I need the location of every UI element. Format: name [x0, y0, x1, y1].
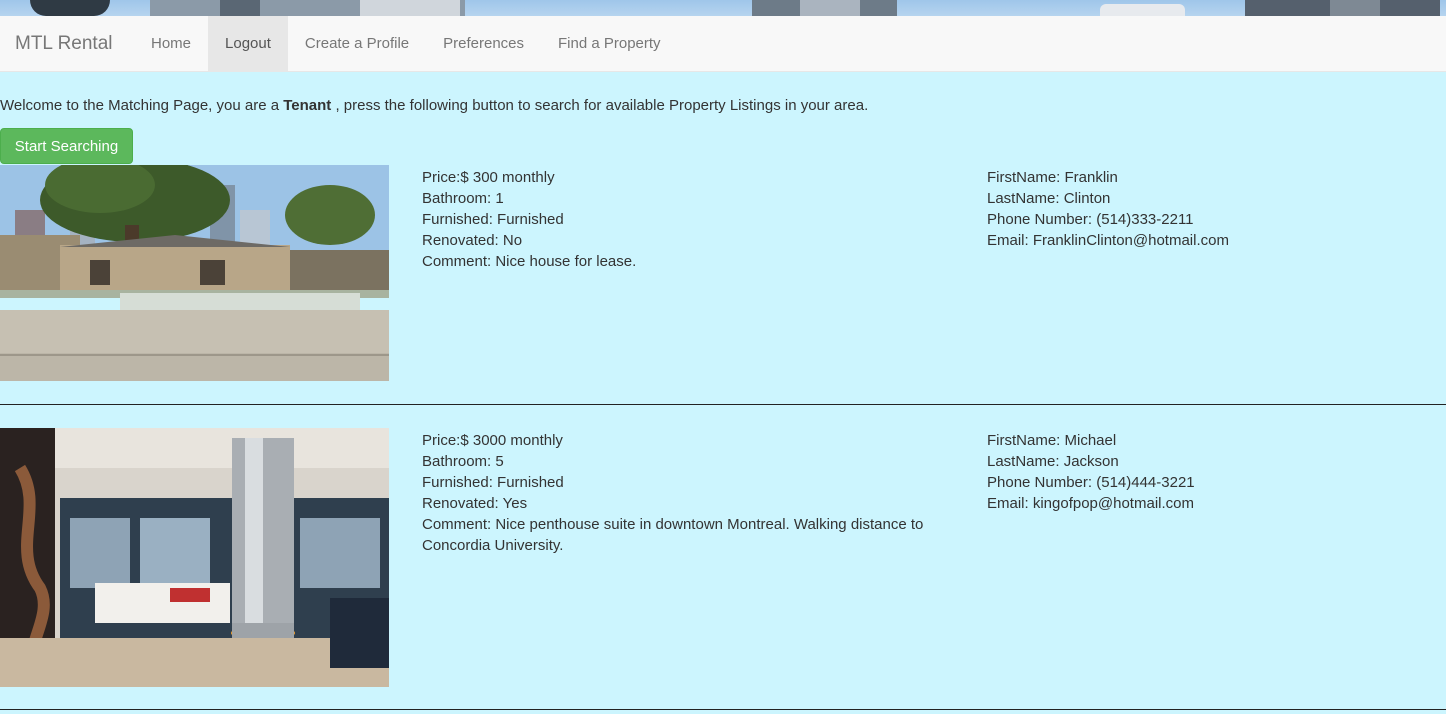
owner-phone: Phone Number: (514)333-2211 — [987, 211, 1194, 228]
property-comment: Comment: Nice house for lease. — [422, 253, 637, 270]
property-photo-penthouse — [0, 428, 389, 687]
nav-item-home[interactable]: Home — [134, 16, 208, 72]
nav-item-create-profile[interactable]: Create a Profile — [288, 16, 426, 72]
welcome-prefix: Welcome to the Matching Page, you are a — [0, 97, 280, 114]
property-renovated: Renovated: No — [422, 232, 523, 249]
nav-item-logout[interactable]: Logout — [208, 16, 288, 72]
property-furnished: Furnished: Furnished — [422, 211, 564, 228]
owner-details: FirstName: Franklin LastName: Clinton Ph… — [987, 167, 1427, 251]
owner-details: FirstName: Michael LastName: Jackson Pho… — [987, 430, 1427, 514]
brand-link[interactable]: MTL Rental — [15, 16, 113, 72]
owner-email: Email: kingofpop@hotmail.com — [987, 495, 1194, 512]
owner-firstname: FirstName: Michael — [987, 432, 1117, 449]
property-renovated: Renovated: Yes — [422, 495, 528, 512]
property-photo-house — [0, 165, 389, 381]
property-price: Price:$ 3000 monthly — [422, 432, 563, 449]
start-searching-button[interactable]: Start Searching — [0, 128, 133, 164]
owner-lastname: LastName: Jackson — [987, 453, 1119, 470]
property-comment: Comment: Nice penthouse suite in downtow… — [422, 516, 924, 554]
owner-lastname: LastName: Clinton — [987, 190, 1111, 207]
listing-divider — [0, 709, 1446, 710]
property-price: Price:$ 300 monthly — [422, 169, 555, 186]
navbar: MTL Rental Home Logout Create a Profile … — [0, 16, 1446, 72]
nav-item-find-property[interactable]: Find a Property — [541, 16, 678, 72]
nav-menu: Home Logout Create a Profile Preferences… — [134, 16, 678, 72]
welcome-suffix: , press the following button to search f… — [335, 97, 869, 114]
property-details: Price:$ 300 monthly Bathroom: 1 Furnishe… — [422, 167, 952, 272]
property-bathroom: Bathroom: 1 — [422, 190, 504, 207]
owner-firstname: FirstName: Franklin — [987, 169, 1118, 186]
property-furnished: Furnished: Furnished — [422, 474, 564, 491]
nav-item-preferences[interactable]: Preferences — [426, 16, 541, 72]
welcome-message: Welcome to the Matching Page, you are a … — [0, 97, 868, 114]
property-bathroom: Bathroom: 5 — [422, 453, 504, 470]
user-role: Tenant — [283, 97, 332, 114]
listing-item: Price:$ 3000 monthly Bathroom: 5 Furnish… — [0, 428, 1446, 688]
listing-divider — [0, 404, 1446, 405]
owner-email: Email: FranklinClinton@hotmail.com — [987, 232, 1229, 249]
header-banner-image — [0, 0, 1446, 16]
listing-item: Price:$ 300 monthly Bathroom: 1 Furnishe… — [0, 165, 1446, 383]
property-details: Price:$ 3000 monthly Bathroom: 5 Furnish… — [422, 430, 952, 556]
owner-phone: Phone Number: (514)444-3221 — [987, 474, 1195, 491]
